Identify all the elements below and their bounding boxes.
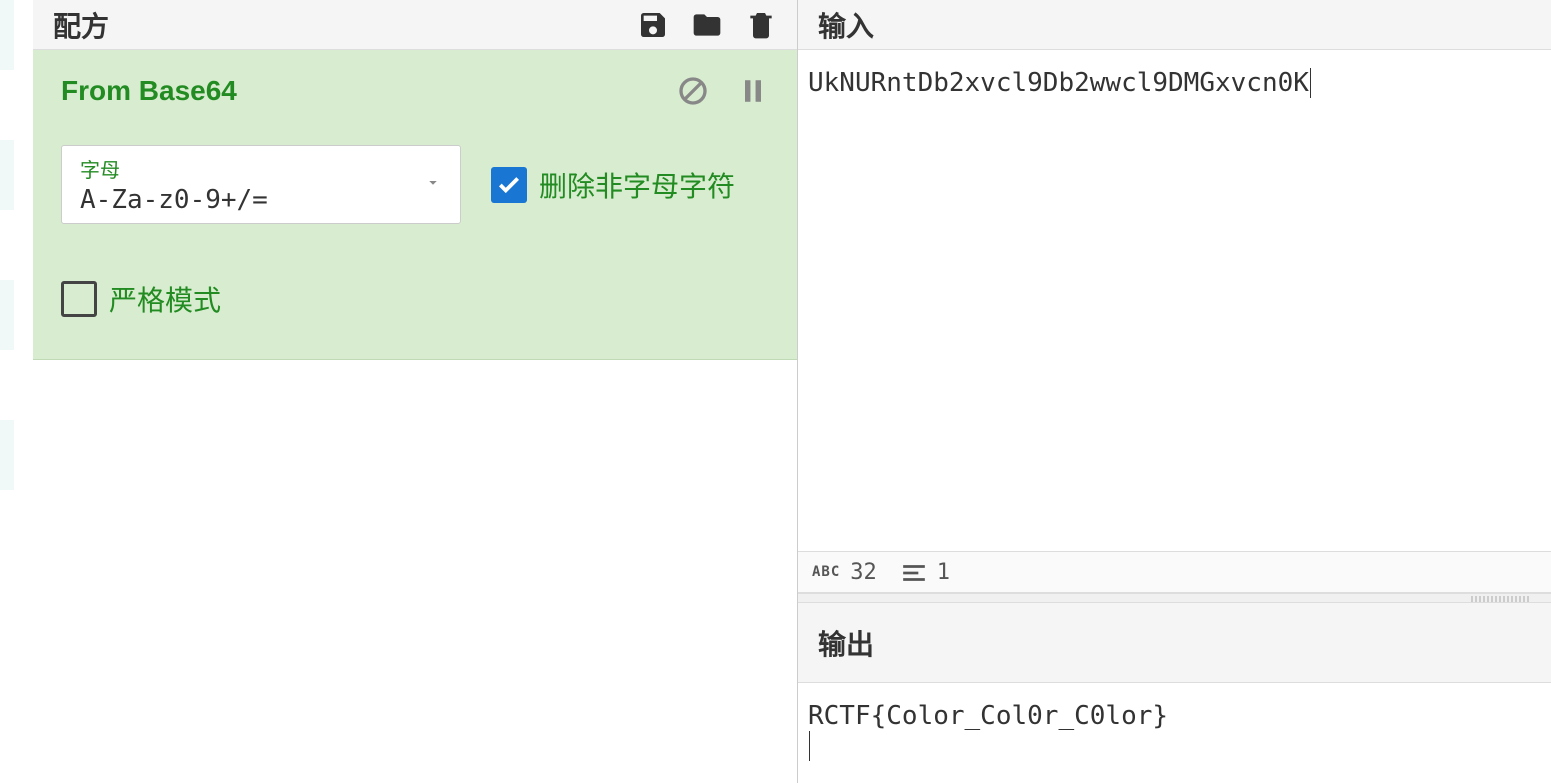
- output-text: RCTF{Color_Col0r_C0lor}: [808, 701, 1541, 731]
- delete-icon[interactable]: [745, 9, 777, 41]
- abc-icon: ABC: [812, 564, 840, 580]
- disable-icon[interactable]: [677, 75, 709, 107]
- recipe-drop-area[interactable]: [33, 360, 797, 783]
- checkbox-checked-icon: [491, 167, 527, 203]
- io-panel: 输入 UkNURntDb2xvcl9Db2wwcl9DMGxvcn0K ABC …: [798, 0, 1551, 783]
- folder-icon[interactable]: [691, 9, 723, 41]
- operation-controls: notation>: [677, 75, 769, 107]
- sidebar-edge: [0, 0, 33, 783]
- recipe-title: 配方: [53, 5, 109, 45]
- output-title: 输出: [818, 623, 874, 663]
- line-count-value: 1: [937, 560, 950, 585]
- operation-header: From Base64 notation>: [61, 75, 769, 107]
- input-header: 输入: [798, 0, 1551, 50]
- save-icon[interactable]: [637, 9, 669, 41]
- chevron-down-icon: [424, 173, 442, 196]
- output-textarea[interactable]: RCTF{Color_Col0r_C0lor}: [798, 683, 1551, 783]
- input-text: UkNURntDb2xvcl9Db2wwcl9DMGxvcn0K: [808, 68, 1309, 98]
- strict-mode-label: 严格模式: [109, 279, 221, 319]
- operation-args-row1: 字母 A-Za-z0-9+/= 删除非字母字符: [61, 145, 769, 224]
- text-cursor: [1310, 68, 1311, 98]
- input-title: 输入: [818, 5, 874, 45]
- input-status-bar: ABC 32 1: [798, 551, 1551, 593]
- alphabet-select[interactable]: 字母 A-Za-z0-9+/=: [61, 145, 461, 224]
- output-header: 输出: [798, 603, 1551, 683]
- operation-name: From Base64: [61, 75, 237, 107]
- remove-non-alpha-checkbox[interactable]: 删除非字母字符: [491, 165, 735, 205]
- recipe-panel: 配方 From Base64 notation>: [33, 0, 798, 783]
- checkbox-unchecked-icon: [61, 281, 97, 317]
- operation-from-base64: From Base64 notation> 字母 A-Za-z0-9+/=: [33, 50, 797, 360]
- remove-non-alpha-label: 删除非字母字符: [539, 165, 735, 205]
- output-cursor: [809, 731, 810, 761]
- input-textarea[interactable]: UkNURntDb2xvcl9Db2wwcl9DMGxvcn0K: [798, 50, 1551, 551]
- alphabet-select-value: A-Za-z0-9+/=: [80, 185, 442, 215]
- char-count-item: ABC 32: [812, 560, 877, 585]
- recipe-header: 配方: [33, 0, 797, 50]
- line-count-item: 1: [901, 560, 950, 585]
- recipe-header-icons: [637, 9, 777, 41]
- char-count-value: 32: [850, 560, 877, 585]
- resize-handle[interactable]: [798, 593, 1551, 603]
- strict-mode-checkbox[interactable]: 严格模式: [61, 279, 221, 319]
- lines-icon: [901, 563, 927, 581]
- alphabet-select-label: 字母: [80, 154, 442, 183]
- pause-icon[interactable]: notation>: [737, 75, 769, 107]
- operation-args-row2: 严格模式: [61, 279, 769, 319]
